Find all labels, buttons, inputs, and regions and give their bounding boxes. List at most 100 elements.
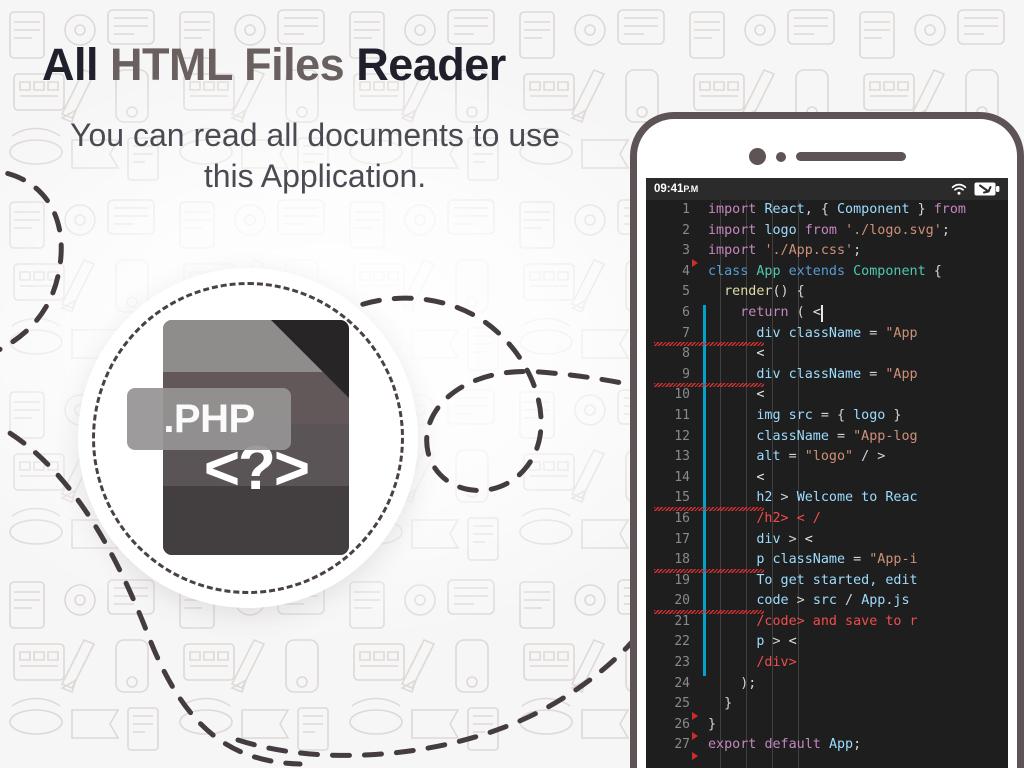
line-number: 16 xyxy=(646,509,690,530)
status-icon-group xyxy=(951,182,1000,196)
code-line[interactable]: 12 className = "App-log xyxy=(646,427,1008,448)
line-text: } xyxy=(708,694,732,715)
code-fold-marker-icon[interactable] xyxy=(692,259,698,267)
line-number: 6 xyxy=(646,303,690,324)
code-line[interactable]: 1 import React, { Component } from xyxy=(646,200,1008,221)
file-type-badge: <?> .PHP xyxy=(78,268,418,608)
code-line[interactable]: 13 alt = "logo" / > xyxy=(646,447,1008,468)
code-line[interactable]: 18 p className = "App-i xyxy=(646,550,1008,571)
code-line[interactable]: 14 < xyxy=(646,468,1008,489)
line-text: className = "App-log xyxy=(708,427,918,448)
line-text: ); xyxy=(708,674,756,695)
line-number: 11 xyxy=(646,406,690,427)
line-text: import React, { Component } from xyxy=(708,200,966,221)
code-line[interactable]: 22 p > < xyxy=(646,632,1008,653)
phone-mockup: 09:41P.M xyxy=(630,112,1024,768)
line-number: 1 xyxy=(646,200,690,221)
line-text: return ( < xyxy=(708,303,821,324)
line-text: img src = { logo } xyxy=(708,406,902,427)
php-file-icon: <?> .PHP xyxy=(163,320,349,555)
status-clock: 09:41P.M xyxy=(654,183,698,195)
code-line[interactable]: 4class App extends Component { xyxy=(646,262,1008,283)
line-number: 20 xyxy=(646,591,690,612)
line-number: 5 xyxy=(646,282,690,303)
code-line[interactable]: 2 import logo from './logo.svg'; xyxy=(646,221,1008,242)
code-line[interactable]: 20 code > src / App.js xyxy=(646,591,1008,612)
code-line[interactable]: 26} xyxy=(646,715,1008,736)
line-text: /code> and save to r xyxy=(708,612,918,633)
code-line[interactable]: 17 div > < xyxy=(646,530,1008,551)
line-number: 22 xyxy=(646,632,690,653)
line-text: div className = "App xyxy=(708,365,918,386)
code-line[interactable]: 23 /div> xyxy=(646,653,1008,674)
line-number: 15 xyxy=(646,488,690,509)
line-text: } xyxy=(708,715,716,736)
line-number: 25 xyxy=(646,694,690,715)
line-text: < xyxy=(708,468,764,489)
code-lines-container: 1 import React, { Component } from 2 import… xyxy=(646,200,1008,768)
front-camera-icon xyxy=(749,148,766,165)
line-number: 19 xyxy=(646,571,690,592)
code-editor[interactable]: 1 import React, { Component } from 2 import… xyxy=(646,200,1008,768)
code-line[interactable] xyxy=(646,756,1008,768)
status-bar: 09:41P.M xyxy=(646,178,1008,200)
line-number: 12 xyxy=(646,427,690,448)
promo-graphic: All HTML Files Reader You can read all d… xyxy=(0,0,1024,768)
line-number: 13 xyxy=(646,447,690,468)
line-number: 26 xyxy=(646,715,690,736)
code-fold-marker-icon[interactable] xyxy=(692,752,698,760)
file-corner-fold-icon xyxy=(271,320,349,398)
code-line[interactable]: 7 div className = "App xyxy=(646,324,1008,345)
code-fold-marker-icon[interactable] xyxy=(692,712,698,720)
code-line[interactable]: 21 /code> and save to r xyxy=(646,612,1008,633)
line-number: 2 xyxy=(646,221,690,242)
line-text: div > < xyxy=(708,530,813,551)
code-line[interactable]: 6 return ( < xyxy=(646,303,1008,324)
line-number: 7 xyxy=(646,324,690,345)
file-extension-label: .PHP xyxy=(163,399,254,439)
line-number: 9 xyxy=(646,365,690,386)
line-number: 24 xyxy=(646,674,690,695)
line-text: p > < xyxy=(708,632,797,653)
code-line[interactable]: 3import './App.css'; xyxy=(646,241,1008,262)
line-text: < xyxy=(708,385,764,406)
phone-sensor-row xyxy=(637,148,1017,165)
line-text: p className = "App-i xyxy=(708,550,918,571)
code-line[interactable]: 25 } xyxy=(646,694,1008,715)
code-line[interactable]: 10 < xyxy=(646,385,1008,406)
code-line[interactable]: 11 img src = { logo } xyxy=(646,406,1008,427)
code-line[interactable]: 27 export default App; xyxy=(646,735,1008,756)
line-number: 21 xyxy=(646,612,690,633)
code-line[interactable]: 8 < xyxy=(646,344,1008,365)
line-text: code > src / App.js xyxy=(708,591,910,612)
wifi-icon xyxy=(951,183,967,196)
code-line[interactable]: 19 To get started, edit xyxy=(646,571,1008,592)
code-line[interactable]: 15 h2 > Welcome to Reac xyxy=(646,488,1008,509)
status-time-value: 09:41 xyxy=(654,183,683,195)
title-part-2: HTML Files xyxy=(110,39,356,90)
line-number: 23 xyxy=(646,653,690,674)
earpiece-speaker xyxy=(796,152,906,161)
code-fold-marker-icon[interactable] xyxy=(692,732,698,740)
line-text: export default App; xyxy=(708,735,861,756)
status-time-ampm: P.M xyxy=(683,184,698,194)
line-number: 17 xyxy=(646,530,690,551)
line-number: 27 xyxy=(646,735,690,756)
line-number: 18 xyxy=(646,550,690,571)
code-line[interactable]: 16 /h2> < / xyxy=(646,509,1008,530)
line-text: < xyxy=(708,344,764,365)
line-text: alt = "logo" / > xyxy=(708,447,885,468)
line-text: /h2> < / xyxy=(708,509,821,530)
line-number: 10 xyxy=(646,385,690,406)
line-text: div className = "App xyxy=(708,324,918,345)
file-extension-ribbon: .PHP xyxy=(127,388,291,450)
line-text: import logo from './logo.svg'; xyxy=(708,221,950,242)
line-number: 4 xyxy=(646,262,690,283)
code-line[interactable]: 9 div className = "App xyxy=(646,365,1008,386)
code-line[interactable]: 5 render() { xyxy=(646,282,1008,303)
code-line[interactable]: 24 ); xyxy=(646,674,1008,695)
line-number: 3 xyxy=(646,241,690,262)
proximity-sensor-icon xyxy=(776,152,786,162)
phone-screen: 09:41P.M xyxy=(646,178,1008,768)
line-text: render() { xyxy=(708,282,805,303)
